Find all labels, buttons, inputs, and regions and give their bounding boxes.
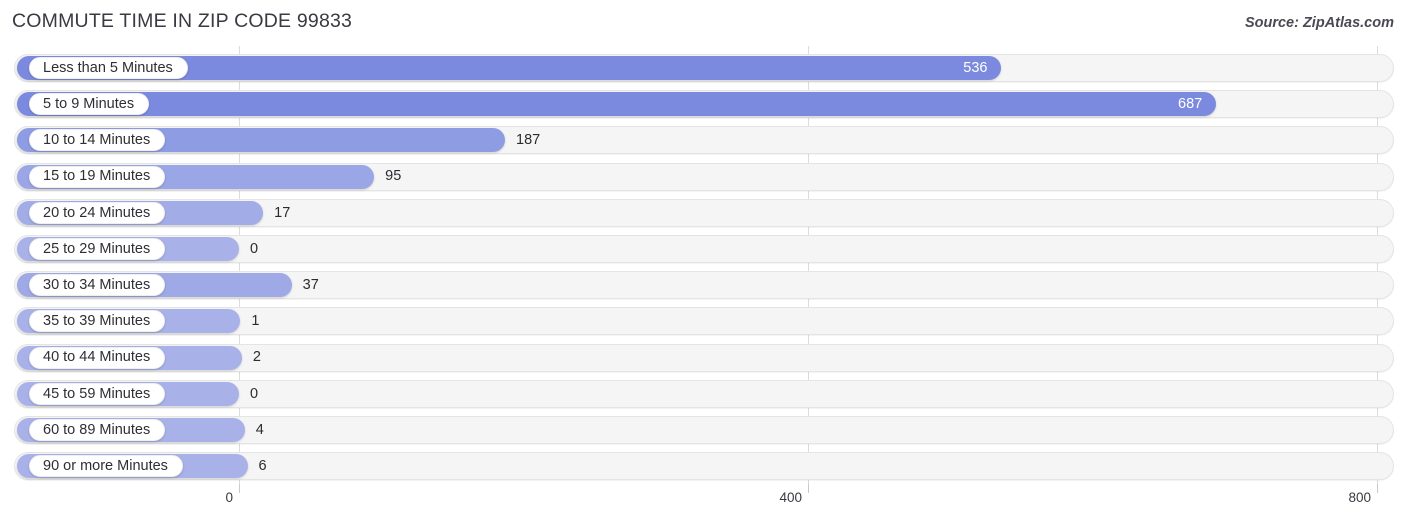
x-axis: 0 400 800	[0, 484, 1406, 522]
bar-row[interactable]: 60 to 89 Minutes 4	[14, 416, 1396, 444]
bar-row[interactable]: 5 to 9 Minutes 687	[14, 90, 1396, 119]
bar-value-label: 536	[963, 59, 988, 76]
bar-value-label: 1	[251, 313, 260, 330]
bar-category-label-text: Less than 5 Minutes	[43, 59, 173, 76]
bar-category-label: 10 to 14 Minutes	[29, 129, 166, 152]
bar-category-label-text: 30 to 34 Minutes	[43, 276, 151, 293]
bar-category-label-text: 10 to 14 Minutes	[43, 132, 151, 149]
bar-row[interactable]: 40 to 44 Minutes 2	[14, 343, 1396, 372]
bar-row[interactable]: 90 or more Minutes 6	[14, 452, 1396, 481]
bar-value-label: 6	[258, 457, 267, 474]
bar-row[interactable]: 15 to 19 Minutes 95	[14, 162, 1396, 191]
axis-tick-mark	[1377, 484, 1378, 493]
bar-category-label-text: 25 to 29 Minutes	[43, 240, 151, 257]
bar-category-label-text: 5 to 9 Minutes	[43, 95, 135, 112]
bar-category-label: 45 to 59 Minutes	[29, 382, 166, 405]
bar-category-label: Less than 5 Minutes	[29, 57, 188, 79]
bar-value-label: 2	[252, 349, 261, 366]
bar-value-label: 0	[250, 385, 259, 402]
bar-value-label: 95	[385, 168, 402, 185]
bar-category-label: 40 to 44 Minutes	[29, 346, 166, 369]
chart-header: COMMUTE TIME IN ZIP CODE 99833 Source: Z…	[0, 0, 1406, 46]
bar-row[interactable]: 45 to 59 Minutes 0	[14, 379, 1396, 408]
bar-category-label: 30 to 34 Minutes	[29, 274, 166, 297]
source-attribution: Source: ZipAtlas.com	[1244, 15, 1394, 31]
bar-value-label: 17	[274, 204, 291, 221]
bar-category-label-text: 20 to 24 Minutes	[43, 204, 151, 221]
bar-value-label: 187	[516, 132, 541, 149]
bar-category-label: 35 to 39 Minutes	[29, 310, 166, 333]
bar-row[interactable]: 20 to 24 Minutes 17	[14, 198, 1396, 227]
bar-value-label: 0	[250, 240, 259, 257]
bar-category-label-text: 40 to 44 Minutes	[43, 349, 151, 366]
bar-category-label: 25 to 29 Minutes	[29, 238, 166, 260]
axis-tick-mark	[239, 484, 240, 493]
bar-category-label-text: 90 or more Minutes	[43, 457, 168, 474]
bar-value-label: 687	[1178, 95, 1203, 112]
bar-category-label: 20 to 24 Minutes	[29, 201, 166, 224]
bar-category-label-text: 35 to 39 Minutes	[43, 313, 151, 330]
bar-fill	[17, 92, 1217, 117]
axis-tick-mark	[808, 484, 809, 493]
bar-category-label: 15 to 19 Minutes	[29, 165, 166, 188]
axis-tick-label: 400	[779, 490, 802, 505]
bar-row[interactable]: 35 to 39 Minutes 1	[14, 307, 1396, 336]
bar-row[interactable]: 25 to 29 Minutes 0	[14, 235, 1396, 263]
bar-value-label: 4	[255, 421, 264, 438]
bar-category-label: 5 to 9 Minutes	[29, 93, 150, 116]
bar-category-label-text: 15 to 19 Minutes	[43, 168, 151, 185]
bar-value-label: 37	[302, 276, 319, 293]
bar-row[interactable]: Less than 5 Minutes 536	[14, 54, 1396, 82]
bar-category-label: 60 to 89 Minutes	[29, 419, 166, 441]
bar-row[interactable]: 30 to 34 Minutes 37	[14, 271, 1396, 300]
bar-row[interactable]: 10 to 14 Minutes 187	[14, 126, 1396, 155]
bar-category-label: 90 or more Minutes	[29, 455, 183, 478]
bar-category-label-text: 45 to 59 Minutes	[43, 385, 151, 402]
bar-category-label-text: 60 to 89 Minutes	[43, 421, 151, 438]
page-title: COMMUTE TIME IN ZIP CODE 99833	[12, 10, 353, 32]
chart-plot-area: Less than 5 Minutes 536 5 to 9 Minutes 687 1…	[0, 46, 1406, 488]
axis-tick-label: 800	[1348, 490, 1371, 505]
axis-tick-label: 0	[225, 490, 233, 505]
